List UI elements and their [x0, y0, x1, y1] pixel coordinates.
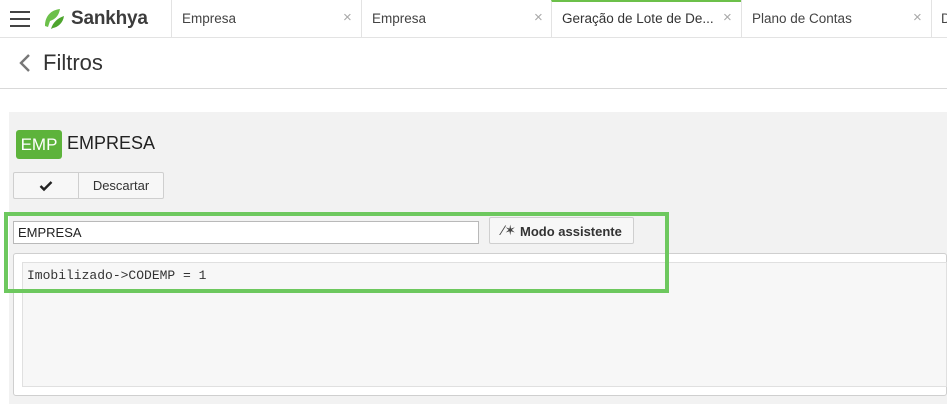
tab-empresa-1[interactable]: Empresa ×	[171, 0, 361, 38]
tab-geracao-lote[interactable]: Geração de Lote de De... ×	[551, 0, 741, 38]
close-icon[interactable]: ×	[343, 9, 352, 26]
top-bar: Sankhya Empresa × Empresa × Geração de L…	[0, 0, 947, 38]
tab-label: D	[941, 11, 947, 26]
close-icon[interactable]: ×	[723, 9, 732, 26]
close-icon[interactable]: ×	[534, 9, 543, 26]
filter-name-input[interactable]	[13, 221, 479, 244]
sankhya-leaf-icon	[45, 9, 64, 29]
tab-partial[interactable]: D	[931, 0, 947, 38]
sankhya-logo[interactable]: Sankhya	[41, 5, 148, 33]
magic-wand-icon: ⁄✶	[502, 222, 517, 238]
tab-label: Geração de Lote de De...	[562, 11, 714, 26]
entity-title: EMPRESA	[67, 133, 156, 153]
tab-label: Plano de Contas	[752, 11, 852, 26]
tab-empresa-2[interactable]: Empresa ×	[361, 0, 551, 38]
tab-plano-contas[interactable]: Plano de Contas ×	[741, 0, 931, 38]
assistant-mode-button[interactable]: ⁄✶ Modo assistente	[489, 217, 634, 244]
brand-name: Sankhya	[71, 8, 148, 29]
tab-label: Empresa	[182, 11, 237, 26]
check-icon	[39, 181, 53, 192]
close-icon[interactable]: ×	[913, 9, 922, 26]
expression-text: Imobilizado->CODEMP = 1	[27, 268, 207, 283]
hamburger-menu-icon[interactable]	[10, 11, 30, 27]
chevron-left-icon[interactable]	[18, 52, 32, 74]
entity-badge: EMP	[16, 130, 62, 159]
discard-button[interactable]: Descartar	[78, 172, 164, 199]
confirm-button[interactable]	[13, 172, 79, 199]
page-title: Filtros	[43, 50, 103, 75]
page-header: Filtros	[0, 39, 947, 89]
assistant-mode-label: Modo assistente	[520, 224, 622, 239]
tab-label: Empresa	[372, 11, 427, 26]
